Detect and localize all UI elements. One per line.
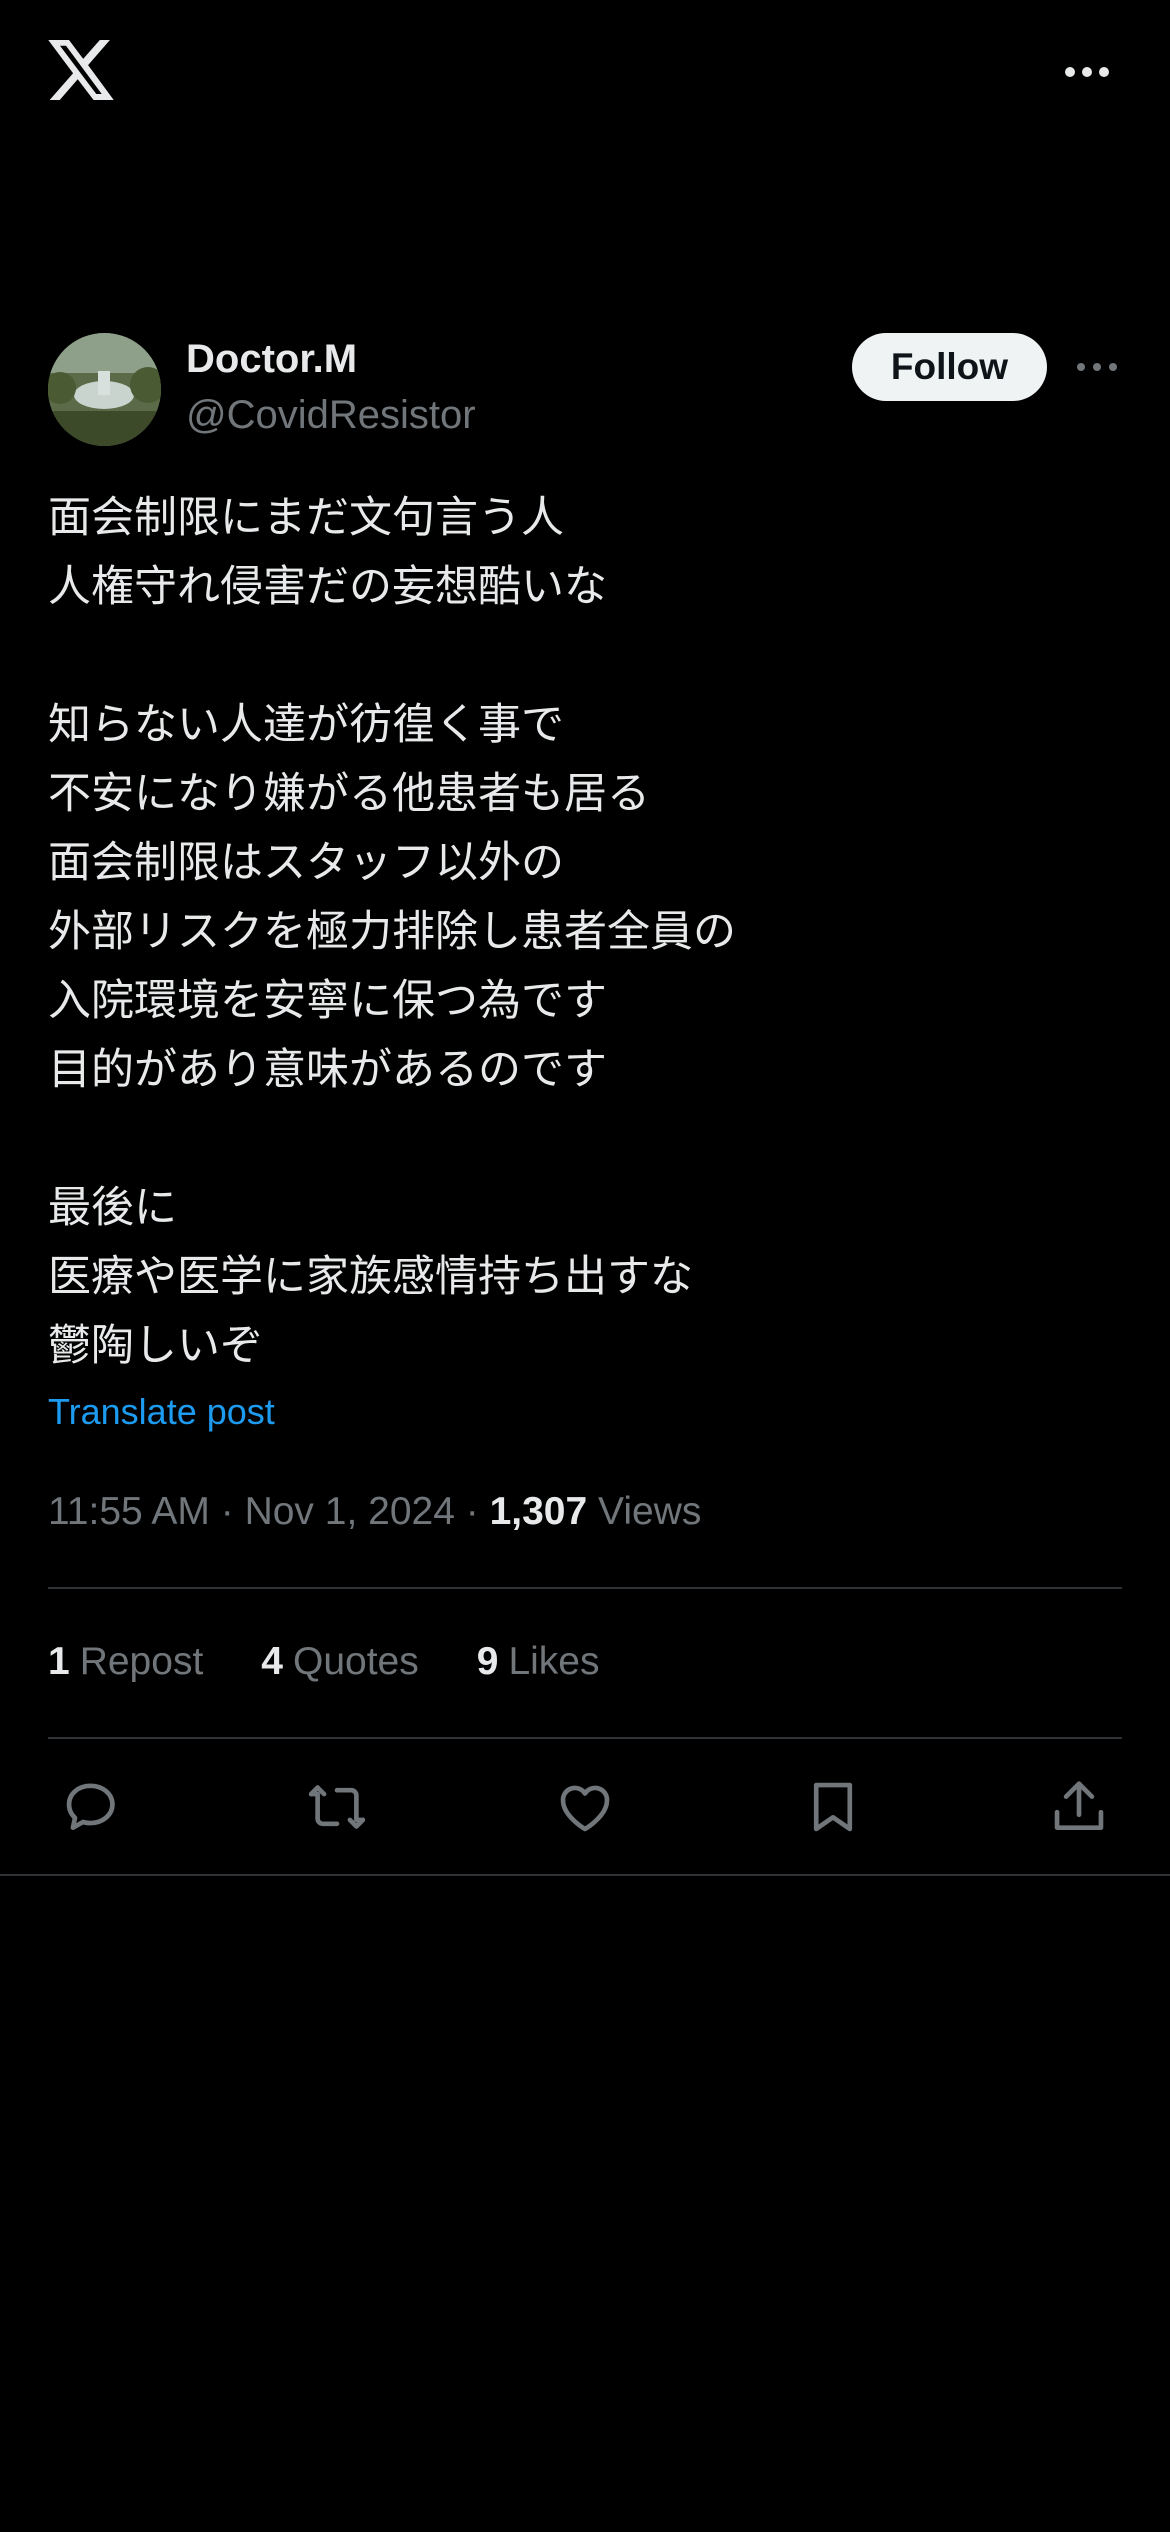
top-bar <box>0 0 1170 150</box>
reposts-label: Repost <box>79 1640 204 1683</box>
translate-post-link[interactable]: Translate post <box>48 1384 275 1440</box>
post-date[interactable]: Nov 1, 2024 <box>245 1490 455 1533</box>
user-handle[interactable]: @CovidResistor <box>186 388 476 442</box>
divider <box>0 1874 1170 1876</box>
meta-separator: · <box>220 1490 234 1533</box>
divider <box>48 1737 1122 1739</box>
meta-separator: · <box>465 1490 479 1533</box>
engagement-stats: 1 Repost 4 Quotes 9 Likes <box>48 1632 599 1692</box>
quotes-count: 4 <box>261 1640 283 1683</box>
avatar[interactable] <box>48 333 161 446</box>
post-time[interactable]: 11:55 AM <box>48 1490 210 1533</box>
likes-stat[interactable]: 9 Likes <box>477 1632 600 1692</box>
likes-label: Likes <box>508 1640 600 1683</box>
views-label: Views <box>598 1490 702 1533</box>
post-detail-page: Doctor.M @CovidResistor Follow 面会制限にまだ文句… <box>0 0 1170 2532</box>
repost-icon[interactable] <box>306 1776 368 1838</box>
divider <box>48 1587 1122 1589</box>
display-name[interactable]: Doctor.M <box>186 332 357 386</box>
follow-button[interactable]: Follow <box>852 333 1047 401</box>
quotes-stat[interactable]: 4 Quotes <box>261 1632 418 1692</box>
likes-count: 9 <box>476 1640 499 1683</box>
reposts-stat[interactable]: 1 Repost <box>48 1632 203 1692</box>
reposts-count: 1 <box>48 1640 70 1683</box>
reply-icon[interactable] <box>60 1776 122 1838</box>
post-meta: 11:55 AM · Nov 1, 2024 · 1,307 Views <box>48 1482 701 1542</box>
post-text: 面会制限にまだ文句言う人 人権守れ侵害だの妄想酷いな 知らない人達が彷徨く事で … <box>48 493 736 1371</box>
views-count: 1,307 <box>489 1490 588 1533</box>
post-more-icon[interactable] <box>1075 356 1119 378</box>
bookmark-icon[interactable] <box>802 1776 864 1838</box>
more-horizontal-icon[interactable] <box>1063 60 1111 84</box>
share-icon[interactable] <box>1048 1776 1110 1838</box>
like-icon[interactable] <box>554 1776 616 1838</box>
x-logo-icon[interactable] <box>48 40 114 100</box>
quotes-label: Quotes <box>292 1640 419 1683</box>
